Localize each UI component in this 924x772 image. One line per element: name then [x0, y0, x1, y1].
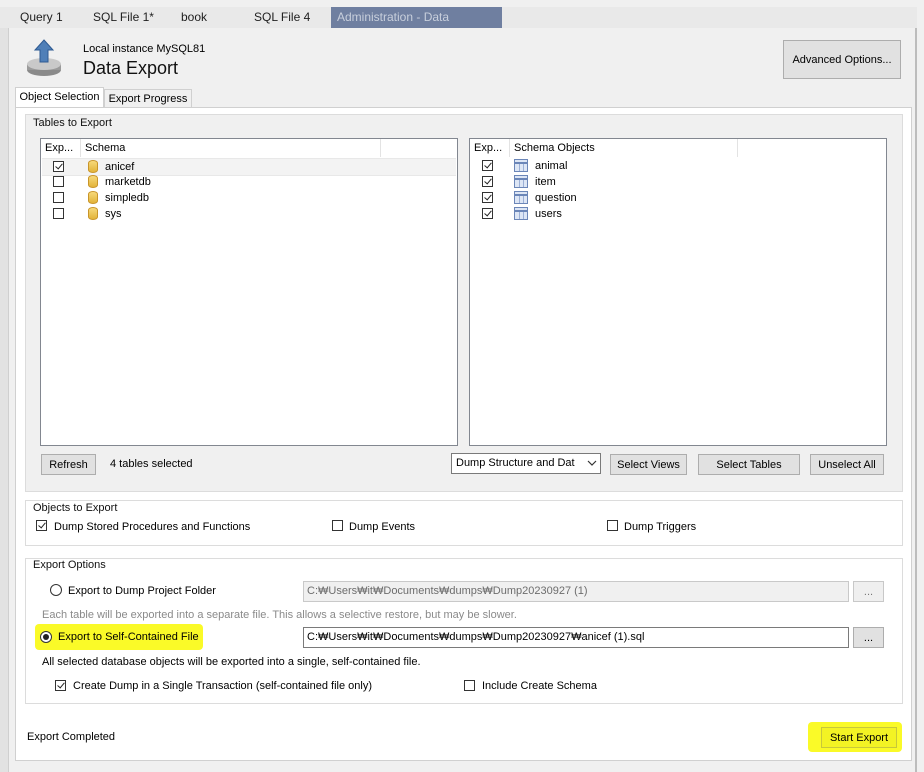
export-project-folder-label: Export to Dump Project Folder [68, 585, 216, 597]
object-checkbox-item[interactable] [482, 176, 493, 187]
export-self-contained-label: Export to Self-Contained File [58, 631, 199, 643]
document-tab-bar: Query 1 SQL File 1* book SQL File 4 Admi… [0, 7, 917, 45]
schema-row-simpledb[interactable]: simpledb [42, 190, 456, 206]
left-sidebar-edge [0, 28, 9, 772]
column-header-export[interactable]: Exp... [470, 139, 510, 157]
object-name: item [535, 176, 556, 188]
export-self-contained-radio[interactable] [40, 631, 52, 643]
object-checkbox-users[interactable] [482, 208, 493, 219]
export-project-folder-radio[interactable] [50, 584, 62, 596]
schema-checkbox-marketdb[interactable] [53, 176, 64, 187]
dump-mode-value: Dump Structure and Dat [456, 457, 575, 469]
object-checkbox-question[interactable] [482, 192, 493, 203]
single-transaction-label: Create Dump in a Single Transaction (sel… [73, 680, 372, 692]
schema-checkbox-sys[interactable] [53, 208, 64, 219]
table-icon [514, 191, 528, 204]
column-header-schema[interactable]: Schema [81, 139, 381, 157]
table-icon [514, 175, 528, 188]
self-contained-path-field[interactable]: C:₩Users₩it₩Documents₩dumps₩Dump20230927… [303, 627, 849, 648]
object-checkbox-animal[interactable] [482, 160, 493, 171]
include-create-schema-checkbox[interactable] [464, 680, 475, 691]
column-header-spacer [381, 139, 455, 157]
object-row-question[interactable]: question [471, 190, 885, 206]
database-icon [88, 175, 98, 188]
table-icon [514, 207, 528, 220]
schema-name: anicef [105, 161, 135, 173]
object-name: animal [535, 160, 568, 172]
column-header-schema-objects[interactable]: Schema Objects [510, 139, 738, 157]
start-export-button[interactable]: Start Export [821, 727, 897, 748]
include-create-schema-label: Include Create Schema [482, 680, 597, 692]
dump-events-label: Dump Events [349, 521, 416, 533]
schema-row-marketdb[interactable]: marketdb [42, 174, 456, 190]
tab-object-selection[interactable]: Object Selection [15, 87, 104, 108]
schema-checkbox-simpledb[interactable] [53, 192, 64, 203]
object-row-item[interactable]: item [471, 174, 885, 190]
export-options-title: Export Options [33, 559, 106, 571]
tab-sql-file-4[interactable]: SQL File 4 [254, 7, 310, 28]
instance-name: Local instance MySQL81 [83, 43, 206, 55]
dump-procedures-checkbox[interactable] [36, 520, 47, 531]
database-icon [88, 191, 98, 204]
object-name: users [535, 208, 562, 220]
dump-mode-select[interactable]: Dump Structure and Dat [451, 453, 601, 474]
schema-list[interactable]: Exp... Schema anicef marketdb simpledb s… [40, 138, 458, 446]
tab-sql-file-1[interactable]: SQL File 1* [93, 7, 154, 28]
dump-triggers-checkbox[interactable] [607, 520, 618, 531]
dump-procedures-label: Dump Stored Procedures and Functions [54, 521, 251, 533]
table-icon [514, 159, 528, 172]
tab-export-progress[interactable]: Export Progress [104, 89, 192, 107]
database-icon [88, 207, 98, 220]
select-tables-button[interactable]: Select Tables [698, 454, 800, 475]
browse-self-contained-button[interactable]: ... [853, 627, 884, 648]
column-header-export[interactable]: Exp... [41, 139, 81, 157]
project-folder-path-field[interactable]: C:₩Users₩it₩Documents₩dumps₩Dump20230927… [303, 581, 849, 602]
page-title: Data Export [83, 58, 179, 78]
refresh-button[interactable]: Refresh [41, 454, 96, 475]
tab-query-1[interactable]: Query 1 [20, 7, 63, 28]
advanced-options-button[interactable]: Advanced Options... [783, 40, 901, 79]
self-contained-hint: All selected database objects will be ex… [42, 656, 421, 668]
database-icon [88, 160, 98, 173]
objects-to-export-title: Objects to Export [33, 502, 118, 514]
schema-row-sys[interactable]: sys [42, 206, 456, 222]
project-folder-hint: Each table will be exported into a separ… [42, 609, 517, 621]
tab-data-export[interactable]: Administration - Data Export× [331, 7, 502, 45]
dump-triggers-label: Dump Triggers [624, 521, 697, 533]
unselect-all-button[interactable]: Unselect All [810, 454, 884, 475]
browse-project-folder-button[interactable]: ... [853, 581, 884, 602]
schema-name: sys [105, 208, 122, 220]
schema-name: simpledb [105, 192, 150, 204]
object-name: question [535, 192, 577, 204]
schema-objects-list[interactable]: Exp... Schema Objects animal item questi… [469, 138, 887, 446]
dump-events-checkbox[interactable] [332, 520, 343, 531]
tables-to-export-title: Tables to Export [33, 117, 112, 129]
select-views-button[interactable]: Select Views [610, 454, 687, 475]
window-right-edge [915, 28, 917, 772]
tables-selected-count: 4 tables selected [110, 458, 193, 470]
data-export-icon [25, 38, 63, 78]
export-status: Export Completed [27, 731, 116, 743]
chevron-down-icon [587, 456, 597, 473]
tab-book[interactable]: book [181, 7, 207, 28]
schema-name: marketdb [105, 176, 151, 188]
object-row-animal[interactable]: animal [471, 158, 885, 174]
schema-checkbox-anicef[interactable] [53, 161, 64, 172]
single-transaction-checkbox[interactable] [55, 680, 66, 691]
object-row-users[interactable]: users [471, 206, 885, 222]
column-header-spacer [738, 139, 884, 157]
